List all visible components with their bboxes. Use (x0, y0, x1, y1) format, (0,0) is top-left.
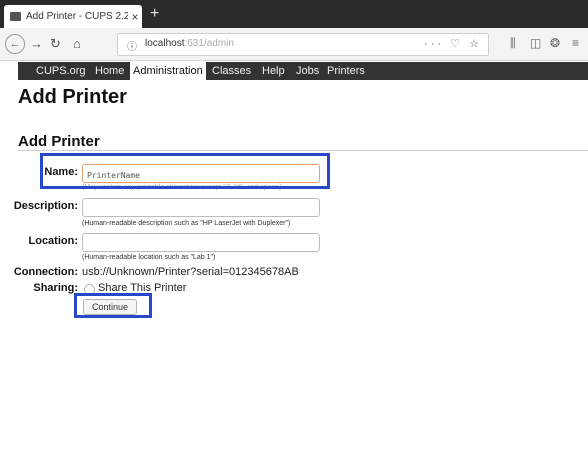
back-icon[interactable]: ← (5, 34, 25, 54)
extension-icon[interactable]: ❂ (550, 36, 560, 50)
close-tab-icon[interactable]: × (128, 10, 142, 24)
location-label: Location: (28, 235, 79, 247)
browser-tab[interactable]: Add Printer - CUPS 2.2.7 × (4, 5, 142, 28)
sharing-label: Sharing: (33, 282, 78, 294)
page-title: Add Printer (18, 86, 127, 108)
printer-favicon-icon (10, 12, 21, 21)
library-icon[interactable]: ⫼ (510, 36, 516, 51)
description-field[interactable] (82, 198, 320, 218)
menu-jobs[interactable]: Jobs (296, 62, 319, 80)
menu-help[interactable]: Help (262, 62, 285, 80)
address-text: localhost:631/admin (145, 38, 234, 49)
forward-icon[interactable]: → (30, 36, 43, 52)
browser-toolbar: ← → ↻ ⌂ ⓘ localhost:631/admin ··· ♡ ☆ ⫼ … (0, 28, 588, 61)
location-input[interactable] (83, 236, 319, 253)
menu-printers[interactable]: Printers (327, 62, 365, 80)
continue-highlight-box (74, 293, 152, 318)
menu-administration[interactable]: Administration (130, 62, 206, 80)
new-tab-icon[interactable]: + (150, 5, 159, 23)
menu-classes[interactable]: Classes (212, 62, 251, 80)
cups-menu-bar: CUPS.org Home Administration Classes Hel… (18, 62, 588, 80)
location-hint: (Human-readable location such as "Lab 1"… (82, 254, 216, 261)
section-title: Add Printer (18, 133, 100, 150)
description-input[interactable] (83, 201, 319, 218)
tab-title: Add Printer - CUPS 2.2.7 (26, 11, 128, 22)
site-info-icon[interactable]: ⓘ (127, 38, 137, 53)
page-actions-icons[interactable]: ··· ♡ ☆ (424, 37, 482, 50)
address-bar[interactable]: ⓘ localhost:631/admin ··· ♡ ☆ (117, 33, 489, 56)
description-hint: (Human-readable description such as "HP … (82, 220, 291, 227)
location-field[interactable] (82, 233, 320, 253)
browser-tab-strip: Add Printer - CUPS 2.2.7 × + (0, 0, 588, 28)
name-highlight-box (40, 153, 330, 189)
menu-cups-org[interactable]: CUPS.org (36, 62, 86, 80)
description-label: Description: (13, 200, 78, 212)
connection-label: Connection: (13, 266, 78, 278)
section-divider (18, 150, 588, 151)
reload-icon[interactable]: ↻ (50, 36, 61, 52)
connection-value: usb://Unknown/Printer?serial=012345678AB (82, 266, 299, 278)
sidebar-icon[interactable]: ◫ (530, 36, 541, 50)
home-icon[interactable]: ⌂ (73, 36, 81, 52)
menu-icon[interactable]: ≡ (572, 36, 579, 50)
menu-home[interactable]: Home (95, 62, 124, 80)
